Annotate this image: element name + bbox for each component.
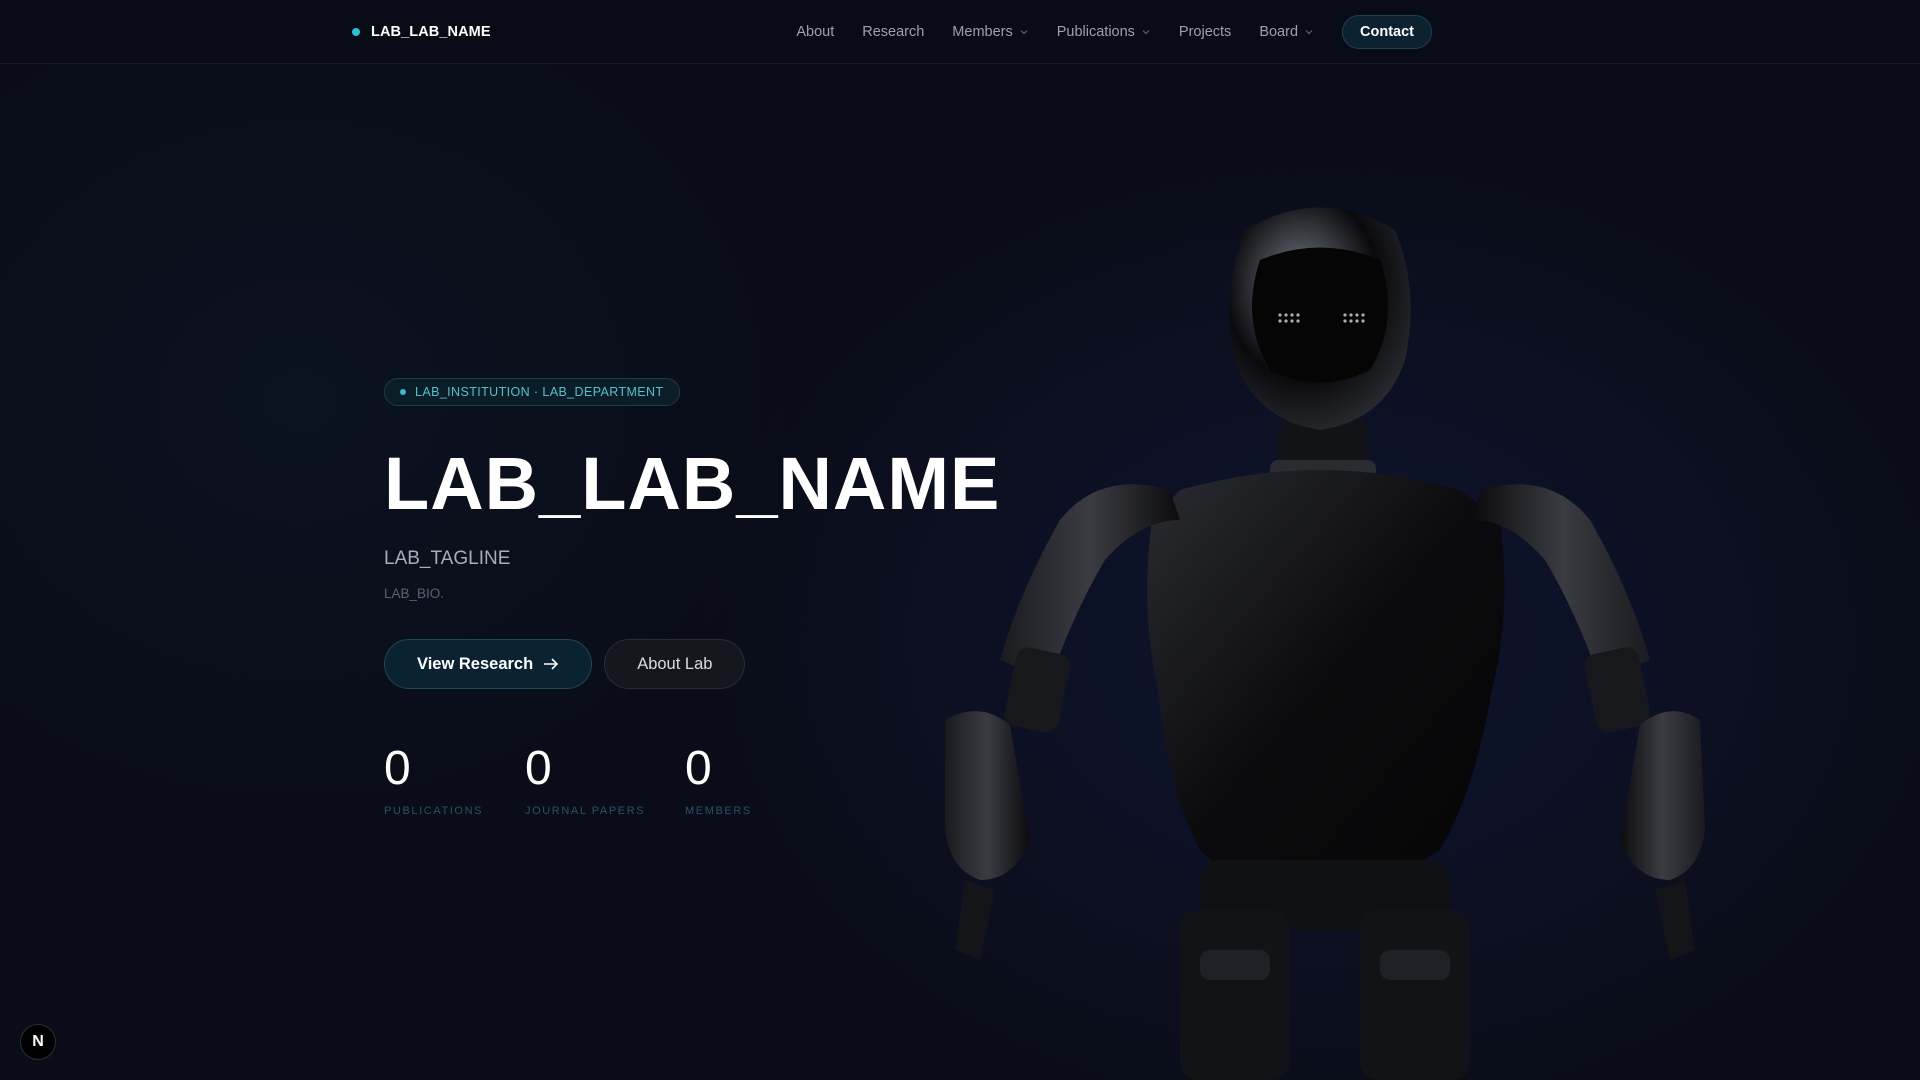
brand-name: LAB_LAB_NAME (371, 24, 491, 40)
stat-value: 0 (685, 742, 712, 795)
stat-value: 0 (384, 742, 411, 795)
contact-button[interactable]: Contact (1342, 15, 1432, 49)
stat-label: MEMBERS (685, 805, 752, 817)
hero-section: LAB_INSTITUTION · LAB_DEPARTMENT LAB_LAB… (384, 378, 1084, 817)
stat-members: 0 MEMBERS (685, 742, 752, 818)
chevron-down-icon (1305, 30, 1313, 35)
nav-link-members[interactable]: Members (952, 24, 1028, 40)
cta-group: View Research About Lab (384, 639, 1084, 689)
nav-link-label: Publications (1056, 24, 1135, 40)
nav-link-label: Research (862, 24, 925, 40)
top-nav: LAB_LAB_NAME About Research Members Publ… (0, 0, 1920, 64)
nav-link-research[interactable]: Research (862, 24, 924, 40)
nav-link-label: About (796, 24, 835, 40)
nav-link-publications[interactable]: Publications (1057, 24, 1151, 40)
view-research-label: View Research (417, 654, 534, 673)
nav-link-label: Board (1259, 24, 1299, 40)
tag-dot-icon (400, 389, 406, 395)
nextjs-icon[interactable]: N (20, 1024, 56, 1060)
view-research-button[interactable]: View Research (384, 639, 593, 689)
stats-row: 0 PUBLICATIONS 0 JOURNAL PAPERS 0 MEMBER… (384, 742, 1084, 818)
hero-tagline: LAB_TAGLINE (384, 548, 511, 569)
stat-publications: 0 PUBLICATIONS (384, 742, 525, 818)
nav-link-board[interactable]: Board (1259, 24, 1314, 40)
nav-link-label: Projects (1178, 24, 1232, 40)
nav-link-label: Members (952, 24, 1013, 40)
page: LAB_LAB_NAME About Research Members Publ… (0, 0, 1920, 1080)
chevron-down-icon (1142, 30, 1150, 35)
institution-tag: LAB_INSTITUTION · LAB_DEPARTMENT (384, 378, 680, 406)
stat-label: JOURNAL PAPERS (525, 805, 646, 817)
hero-bio: LAB_BIO. (384, 586, 445, 601)
stat-label: PUBLICATIONS (384, 805, 484, 817)
arrow-right-icon (544, 658, 559, 670)
brand-dot-icon (352, 28, 360, 36)
badge-letter: N (32, 1033, 44, 1050)
hero-title: LAB_LAB_NAME (384, 442, 1001, 525)
stat-journal-papers: 0 JOURNAL PAPERS (525, 742, 685, 818)
nav-link-about[interactable]: About (796, 24, 834, 40)
stat-value: 0 (525, 742, 552, 795)
institution-tag-label: LAB_INSTITUTION · LAB_DEPARTMENT (415, 385, 664, 399)
about-lab-button[interactable]: About Lab (604, 639, 746, 689)
chevron-down-icon (1020, 30, 1028, 35)
nav-link-projects[interactable]: Projects (1179, 24, 1231, 40)
brand-logo[interactable]: LAB_LAB_NAME (352, 22, 491, 42)
nav-links: About Research Members Publications Proj… (796, 15, 1432, 49)
